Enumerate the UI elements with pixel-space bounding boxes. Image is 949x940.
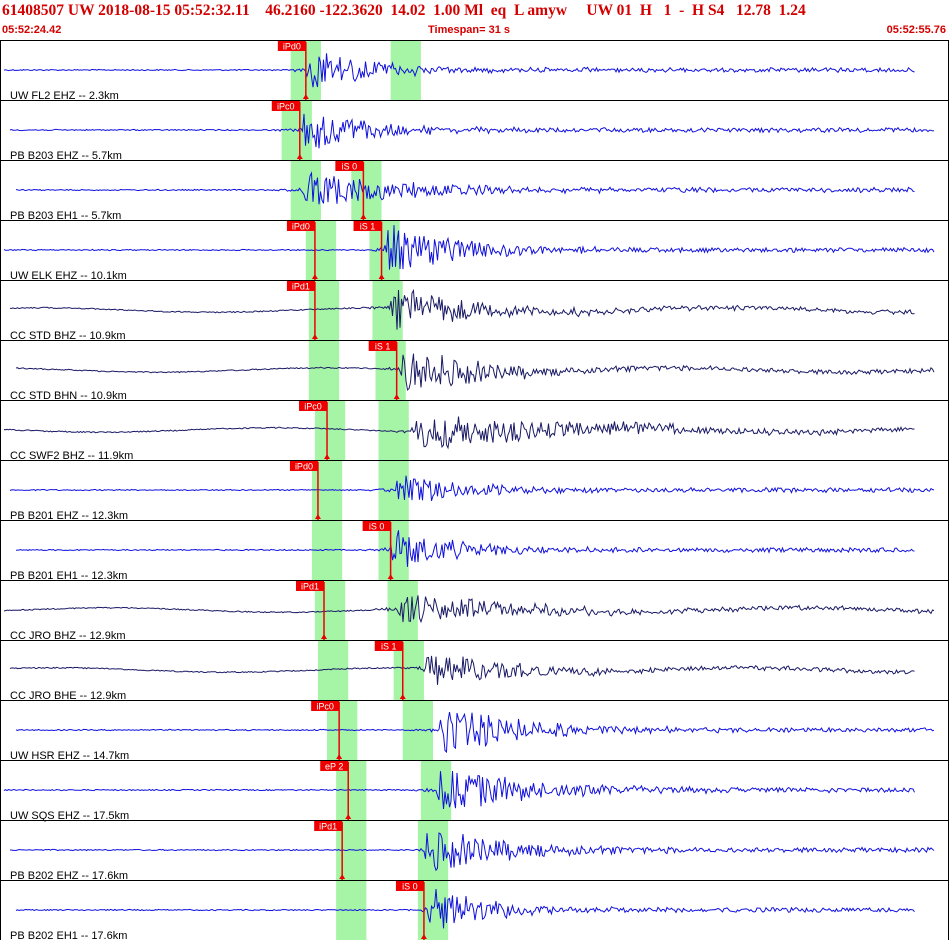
timespan-label: Timespan= 31 s — [428, 24, 511, 36]
end-time: 05:52:55.76 — [886, 24, 946, 36]
trace-panel[interactable]: iPd1PB B202 EHZ -- 17.6km — [0, 820, 949, 882]
waveform-trace — [3, 770, 915, 810]
event-title: 61408507 UW 2018-08-15 05:52:32.11 46.21… — [2, 2, 806, 19]
event-header: 61408507 UW 2018-08-15 05:52:32.11 46.21… — [0, 0, 949, 40]
pick-label: iPd0 — [283, 42, 301, 52]
waveform-trace — [3, 595, 935, 624]
pick-label: iPd1 — [319, 822, 337, 832]
trace-panel[interactable]: iS 0PB B201 EH1 -- 12.3km — [0, 520, 949, 582]
pick-label: iPd0 — [295, 462, 313, 472]
trace-panel[interactable]: iS 0PB B203 EH1 -- 5.7km — [0, 160, 949, 222]
waveform-trace — [9, 113, 935, 149]
seismogram-panel-stack[interactable]: iPd0UW FL2 EHZ -- 2.3kmiPc0PB B203 EHZ -… — [0, 40, 949, 940]
waveform-trace — [3, 416, 915, 450]
waveform-trace — [10, 832, 935, 872]
pick-window — [378, 400, 409, 460]
trace-panel[interactable]: iPc0UW HSR EHZ -- 14.7km — [0, 700, 949, 762]
pick-label: iS 0 — [369, 522, 385, 532]
pick-label: iS 0 — [342, 162, 358, 172]
pick-label: iS 1 — [360, 222, 376, 232]
pick-label: eP 2 — [325, 762, 343, 772]
waveform-trace — [15, 171, 915, 205]
trace-panel[interactable]: iPd0PB B201 EHZ -- 12.3km — [0, 460, 949, 522]
station-label: PB B202 EH1 -- 17.6km — [10, 930, 127, 940]
pick-window — [308, 340, 340, 400]
pick-label: iPd1 — [301, 582, 319, 592]
trace-panel[interactable]: iS 1CC JRO BHE -- 12.9km — [0, 640, 949, 702]
trace-panel[interactable]: eP 2UW SQS EHZ -- 17.5km — [0, 760, 949, 822]
waveform-trace — [3, 225, 935, 270]
trace-panel[interactable]: iPd0UW FL2 EHZ -- 2.3km — [0, 40, 949, 102]
pick-window — [390, 40, 421, 100]
trace-panel[interactable]: iPd1CC JRO BHZ -- 12.9km — [0, 580, 949, 642]
pick-label: iS 0 — [402, 882, 418, 892]
trace-panel[interactable]: iPc0CC SWF2 BHZ -- 11.9km — [0, 400, 949, 462]
trace-panel[interactable]: iPd0 iS 1UW ELK EHZ -- 10.1km — [0, 220, 949, 282]
waveform-trace — [15, 888, 915, 929]
start-time: 05:52:24.42 — [2, 24, 62, 36]
waveform-trace — [9, 475, 935, 502]
trace-panel[interactable]: iPd1CC STD BHZ -- 10.9km — [0, 280, 949, 342]
pick-window — [420, 760, 452, 820]
waveform-trace — [15, 530, 915, 567]
pick-label: iS 1 — [375, 342, 391, 352]
pick-label: iPc0 — [277, 102, 295, 112]
pick-label: iPd1 — [292, 282, 310, 292]
trace-panel[interactable]: iS 1CC STD BHN -- 10.9km — [0, 340, 949, 402]
pick-label: iS 1 — [381, 642, 397, 652]
pick-label: iPc0 — [304, 402, 322, 412]
pick-label: iPc0 — [316, 702, 334, 712]
waveform-trace — [15, 353, 935, 391]
waveform-trace — [9, 288, 915, 330]
trace-panel[interactable]: iS 0 PB B202 EH1 -- 17.6km — [0, 880, 949, 940]
waveform-trace — [15, 712, 935, 754]
waveform-trace — [9, 655, 915, 685]
trace-panel[interactable]: iPc0PB B203 EHZ -- 5.7km — [0, 100, 949, 162]
waveform-trace — [3, 53, 915, 88]
pick-label: iPd0 — [292, 222, 310, 232]
